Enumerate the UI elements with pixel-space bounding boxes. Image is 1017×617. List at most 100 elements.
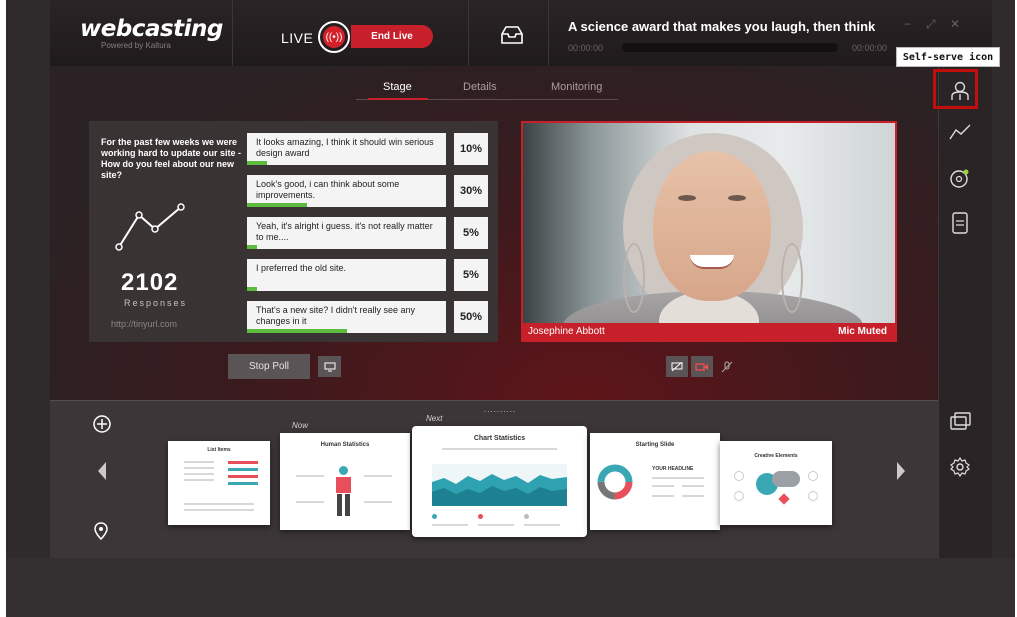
camera-icon[interactable] bbox=[691, 356, 713, 377]
next-label: Next bbox=[426, 414, 443, 423]
slide-circle bbox=[808, 491, 818, 501]
slide-bar bbox=[228, 482, 258, 485]
poll-answer-text: I preferred the old site. bbox=[256, 263, 347, 273]
slide-line bbox=[432, 524, 468, 526]
poll-question: For the past few weeks we were working h… bbox=[101, 137, 242, 180]
slide-line bbox=[296, 475, 324, 477]
self-serve-highlight-box bbox=[933, 69, 978, 109]
poll-answer-text: Look's good, i can think about some impr… bbox=[256, 179, 400, 200]
slide-line bbox=[652, 495, 674, 497]
broadcast-icon: ((•)) bbox=[318, 21, 350, 53]
slide-line bbox=[442, 448, 557, 450]
next-slide-icon[interactable] bbox=[895, 461, 907, 486]
poll-answer-percent: 50% bbox=[454, 301, 488, 333]
slide-line bbox=[184, 503, 254, 505]
slide-line bbox=[478, 524, 514, 526]
tab-active-indicator bbox=[368, 98, 428, 100]
legend-dot bbox=[432, 514, 437, 519]
poll-answer-text: That's a new site? I didn't really see a… bbox=[256, 305, 416, 326]
logo-text: webcasting bbox=[80, 16, 223, 42]
slide-line bbox=[184, 461, 214, 463]
poll-answer-bar bbox=[247, 245, 257, 249]
slide-title: Creative Elements bbox=[754, 453, 798, 459]
slide-title: List Items bbox=[207, 447, 231, 453]
video-info-bar: Josephine Abbott Mic Muted bbox=[523, 323, 895, 340]
poll-answer-text: Yeah, it's alright i guess. it's not rea… bbox=[256, 221, 433, 242]
previous-slide-icon[interactable] bbox=[96, 461, 108, 486]
playback-progress[interactable] bbox=[622, 43, 838, 52]
slide-line bbox=[184, 509, 254, 511]
poll-answer-bar bbox=[247, 329, 347, 333]
slide-bar bbox=[228, 475, 258, 478]
poll-answer: That's a new site? I didn't really see a… bbox=[247, 301, 446, 333]
donut-chart-graphic bbox=[597, 464, 633, 500]
human-figure-leg bbox=[345, 494, 350, 516]
stop-poll-button[interactable]: Stop Poll bbox=[228, 354, 310, 379]
presenter-eye bbox=[728, 195, 746, 201]
area-chart-graphic bbox=[432, 464, 567, 506]
slide-headline: YOUR HEADLINE bbox=[652, 466, 694, 472]
right-sidebar bbox=[938, 66, 992, 558]
poll-answer-percent: 5% bbox=[454, 217, 488, 249]
document-icon[interactable] bbox=[947, 210, 973, 236]
legend-dot bbox=[524, 514, 529, 519]
chat-icon[interactable] bbox=[947, 166, 973, 192]
slide-line bbox=[682, 495, 704, 497]
presenter-name: Josephine Abbott bbox=[528, 326, 605, 337]
poll-answer: It looks amazing, I think it should win … bbox=[247, 133, 446, 165]
poll-answer-bar bbox=[247, 161, 267, 165]
analytics-icon[interactable] bbox=[947, 119, 973, 145]
screen-share-off-icon[interactable] bbox=[666, 356, 688, 377]
earring bbox=[623, 243, 645, 313]
mic-muted-icon[interactable] bbox=[716, 356, 738, 377]
slide-line bbox=[184, 467, 214, 469]
mic-status: Mic Muted bbox=[838, 326, 887, 337]
header-divider bbox=[548, 0, 549, 66]
inbox-icon[interactable] bbox=[500, 24, 524, 46]
poll-answer-percent: 30% bbox=[454, 175, 488, 207]
monitor-icon[interactable] bbox=[318, 356, 341, 377]
slides-panel-icon[interactable] bbox=[947, 409, 973, 435]
slide-title: Chart Statistics bbox=[473, 435, 526, 442]
header-divider bbox=[232, 0, 233, 66]
logo: webcasting Powered by Kaltura bbox=[80, 16, 223, 51]
poll-answer-bar bbox=[247, 287, 257, 291]
slide-line bbox=[364, 475, 392, 477]
slide-line bbox=[652, 477, 704, 479]
presenter-video[interactable]: Josephine Abbott Mic Muted bbox=[521, 121, 897, 342]
self-serve-tooltip: Self-serve icon bbox=[896, 47, 1000, 67]
slide-line bbox=[524, 524, 560, 526]
tab-monitoring[interactable]: Monitoring bbox=[551, 81, 602, 93]
responses-count: 2102 bbox=[121, 269, 179, 296]
location-pin-icon[interactable] bbox=[94, 522, 108, 545]
add-slide-icon[interactable] bbox=[92, 414, 112, 439]
human-figure-torso bbox=[336, 477, 351, 493]
human-figure-head bbox=[339, 466, 348, 475]
slide-line bbox=[652, 485, 674, 487]
slide-thumbnail[interactable]: Starting Slide YOUR HEADLINE bbox=[590, 433, 720, 530]
dots-label: .......... bbox=[484, 405, 517, 414]
slide-thumbnail[interactable]: Creative Elements bbox=[720, 441, 832, 525]
slide-line bbox=[184, 479, 214, 481]
poll-answer-percent: 10% bbox=[454, 133, 488, 165]
minimize-icon[interactable]: − bbox=[904, 17, 911, 31]
slide-circle bbox=[734, 491, 744, 501]
slide-thumbnail[interactable]: Human Statistics bbox=[280, 433, 410, 530]
poll-answer: I preferred the old site. bbox=[247, 259, 446, 291]
slide-circle bbox=[734, 471, 744, 481]
tab-details[interactable]: Details bbox=[463, 81, 497, 93]
close-icon[interactable]: ✕ bbox=[950, 17, 960, 31]
slide-thumbnail-current[interactable]: Chart Statistics bbox=[412, 426, 587, 537]
maximize-icon[interactable]: ⤢ bbox=[926, 17, 936, 32]
end-live-button[interactable]: End Live bbox=[351, 25, 433, 48]
poll-card: For the past few weeks we were working h… bbox=[89, 121, 498, 342]
slide-thumbnail[interactable]: List Items bbox=[168, 441, 270, 525]
slide-line bbox=[682, 485, 704, 487]
slide-bar bbox=[228, 468, 258, 471]
time-total: 00:00:00 bbox=[852, 43, 888, 53]
slides-strip: Now Next .......... List Items Human Sta… bbox=[50, 400, 938, 558]
poll-answer: Yeah, it's alright i guess. it's not rea… bbox=[247, 217, 446, 249]
settings-gear-icon[interactable] bbox=[947, 454, 973, 480]
tab-stage[interactable]: Stage bbox=[383, 81, 412, 93]
footer-area bbox=[6, 558, 1015, 617]
